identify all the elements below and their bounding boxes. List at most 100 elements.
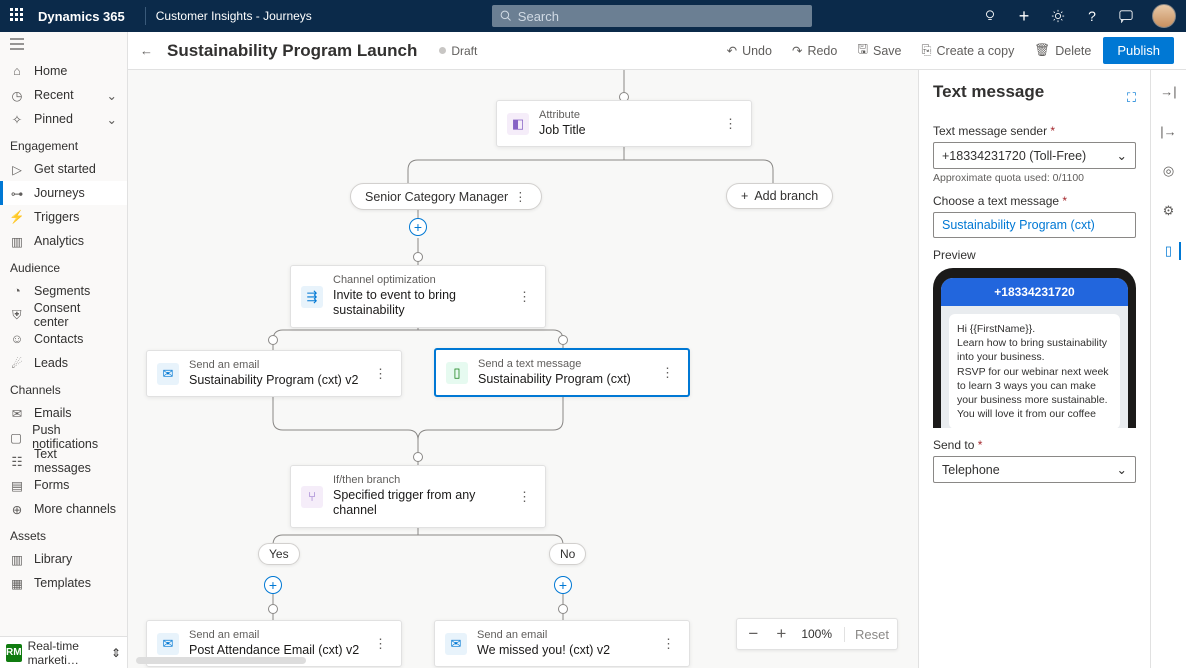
node-email-sustainability[interactable]: ✉ Send an emailSustainability Program (c…	[146, 350, 402, 397]
command-bar: ← Sustainability Program Launch Draft ↶U…	[128, 32, 1186, 70]
node-if-then[interactable]: ⑂ If/then branchSpecified trigger from a…	[290, 465, 546, 528]
zoom-in-button[interactable]: +	[773, 624, 789, 644]
branch-yes[interactable]: Yes	[258, 543, 300, 565]
publish-button[interactable]: Publish	[1103, 37, 1174, 64]
segment-icon: ◔	[10, 284, 24, 298]
collapse-out-icon[interactable]: |→	[1160, 122, 1178, 140]
lightbulb-icon[interactable]	[982, 8, 998, 24]
brand: Dynamics 365	[38, 9, 125, 24]
more-icon: ⊕	[10, 502, 24, 517]
node-more-icon[interactable]: ⋮	[370, 366, 391, 382]
node-sms-sustainability[interactable]: ▯ Send a text messageSustainability Prog…	[434, 348, 690, 397]
node-more-icon[interactable]: ⋮	[657, 365, 678, 381]
chat-icon[interactable]	[1118, 8, 1134, 24]
settings-rail-icon[interactable]: ⚙	[1160, 202, 1178, 220]
branch-senior-manager[interactable]: Senior Category Manager⋮	[350, 183, 542, 210]
nav-leads[interactable]: ☄Leads	[0, 351, 127, 375]
node-channel-optimization[interactable]: ⇶ Channel optimizationInvite to event to…	[290, 265, 546, 328]
expand-icon[interactable]: ⛶	[1127, 90, 1136, 106]
nav-analytics[interactable]: ▥Analytics	[0, 229, 127, 253]
journey-canvas[interactable]: ◧ AttributeJob Title ⋮ Senior Category M…	[128, 70, 918, 668]
gear-icon[interactable]	[1050, 8, 1066, 24]
message-select[interactable]: Sustainability Program (cxt)	[933, 212, 1136, 238]
nav-home[interactable]: ⌂Home	[0, 59, 127, 83]
nav-pinned[interactable]: ✧Pinned⌄	[0, 107, 127, 131]
section-channels: Channels	[0, 375, 127, 401]
sendto-label: Send to *	[933, 438, 1136, 452]
connector-ring	[268, 604, 278, 614]
sender-label: Text message sender *	[933, 124, 1136, 138]
area-initials: RM	[6, 644, 22, 662]
nav-library[interactable]: ▥Library	[0, 547, 127, 571]
nav-push[interactable]: ▢Push notifications	[0, 425, 127, 449]
add-step-button[interactable]: +	[409, 218, 427, 236]
phone-rail-icon[interactable]: ▯	[1163, 242, 1181, 260]
zoom-level: 100%	[801, 627, 832, 641]
node-more-icon[interactable]: ⋮	[514, 289, 535, 305]
redo-icon: ↷	[792, 43, 802, 58]
horizontal-scrollbar[interactable]	[136, 657, 306, 664]
undo-button[interactable]: ↶Undo	[719, 39, 780, 62]
page-title: Sustainability Program Launch	[167, 41, 417, 61]
nav-get-started[interactable]: ▷Get started	[0, 157, 127, 181]
save-button[interactable]: 🖫Save	[849, 36, 909, 65]
chevron-down-icon: ⌄	[107, 112, 117, 127]
node-email-missed-you[interactable]: ✉ Send an emailWe missed you! (cxt) v2 ⋮	[434, 620, 690, 667]
node-more-icon[interactable]: ⋮	[658, 636, 679, 652]
nav-segments[interactable]: ◔Segments	[0, 279, 127, 303]
back-button[interactable]: ←	[140, 43, 153, 58]
lead-icon: ☄	[10, 356, 24, 371]
collapse-in-icon[interactable]: →|	[1160, 82, 1178, 100]
sender-select[interactable]: +18334231720 (Toll-Free)⌄	[933, 142, 1136, 169]
target-icon[interactable]: ◎	[1160, 162, 1178, 180]
add-step-button[interactable]: +	[554, 576, 572, 594]
add-branch-button[interactable]: +Add branch	[726, 183, 833, 209]
chart-icon: ▥	[10, 234, 24, 249]
hamburger-icon[interactable]	[0, 32, 127, 59]
nav-triggers[interactable]: ⚡Triggers	[0, 205, 127, 229]
node-more-icon[interactable]: ⋮	[720, 116, 741, 132]
person-icon: ☺	[10, 332, 24, 346]
plus-icon[interactable]: +	[1016, 8, 1032, 24]
zoom-reset-button[interactable]: Reset	[844, 627, 889, 642]
quota-text: Approximate quota used: 0/1100	[933, 172, 1136, 184]
undo-icon: ↶	[727, 43, 737, 58]
zoom-out-button[interactable]: −	[745, 624, 761, 644]
delete-button[interactable]: 🗑Delete	[1026, 39, 1099, 62]
node-more-icon[interactable]: ⋮	[514, 489, 535, 505]
branch-more-icon[interactable]: ⋮	[514, 189, 527, 204]
save-icon: 🖫	[857, 40, 868, 61]
nav-consent[interactable]: ⛨Consent center	[0, 303, 127, 327]
mail-icon: ✉	[445, 633, 467, 655]
sendto-select[interactable]: Telephone⌄	[933, 456, 1136, 483]
phone-icon: ▯	[446, 362, 468, 384]
nav-templates[interactable]: ▦Templates	[0, 571, 127, 595]
nav-more-channels[interactable]: ⊕More channels	[0, 497, 127, 521]
nav-contacts[interactable]: ☺Contacts	[0, 327, 127, 351]
chevron-down-icon: ⌄	[1117, 148, 1127, 163]
nav-recent[interactable]: ◷Recent⌄	[0, 83, 127, 107]
chevron-down-icon: ⌄	[1117, 462, 1127, 477]
bolt-icon: ⚡	[10, 210, 24, 225]
user-avatar[interactable]	[1152, 4, 1176, 28]
add-step-button[interactable]: +	[264, 576, 282, 594]
preview-label: Preview	[933, 248, 1136, 262]
sms-icon: ☷	[10, 454, 24, 469]
nav-journeys[interactable]: ⊶Journeys	[0, 181, 127, 205]
node-more-icon[interactable]: ⋮	[370, 636, 391, 652]
mail-icon: ✉	[157, 363, 179, 385]
nav-emails[interactable]: ✉Emails	[0, 401, 127, 425]
branch-no[interactable]: No	[549, 543, 586, 565]
search-input[interactable]: Search	[492, 5, 812, 27]
nav-forms[interactable]: ▤Forms	[0, 473, 127, 497]
node-attribute[interactable]: ◧ AttributeJob Title ⋮	[496, 100, 752, 147]
help-icon[interactable]: ?	[1084, 8, 1100, 24]
redo-button[interactable]: ↷Redo	[784, 39, 845, 62]
app-launcher-icon[interactable]	[10, 8, 26, 24]
nav-text[interactable]: ☷Text messages	[0, 449, 127, 473]
copy-button[interactable]: ⎘Create a copy	[914, 39, 1023, 62]
shield-icon: ⛨	[10, 308, 24, 323]
area-picker[interactable]: RM Real-time marketi… ⇕	[0, 636, 127, 668]
branch-icon: ⑂	[301, 486, 323, 508]
library-icon: ▥	[10, 552, 24, 567]
